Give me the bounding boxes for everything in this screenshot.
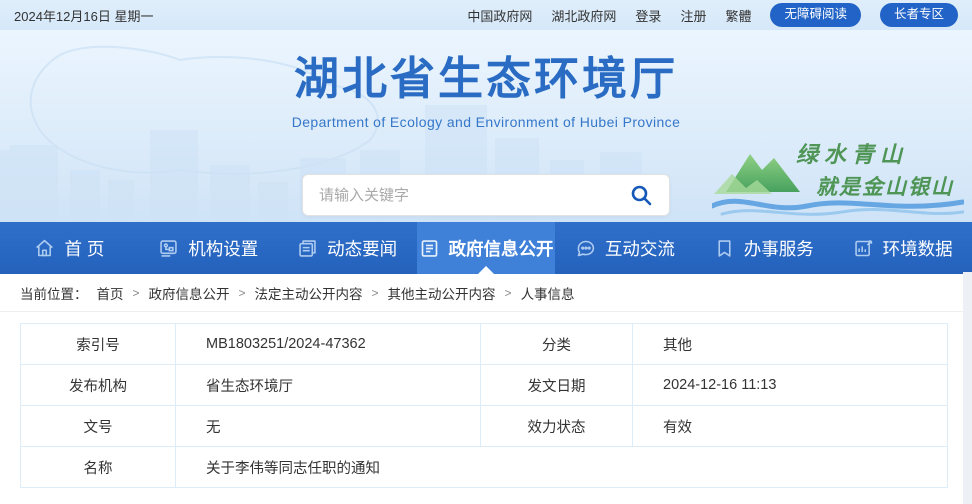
nav-item-home[interactable]: 首 页 xyxy=(0,222,139,274)
breadcrumb-statutory-disclosure[interactable]: 法定主动公开内容 xyxy=(255,283,363,303)
breadcrumb-personnel-info[interactable]: 人事信息 xyxy=(521,283,575,303)
nav-item-services[interactable]: 办事服务 xyxy=(694,222,833,274)
data-icon xyxy=(853,238,874,259)
link-traditional-chinese[interactable]: 繁體 xyxy=(725,6,751,25)
table-row: 索引号 MB1803251/2024-47362 分类 其他 xyxy=(21,324,948,365)
site-title: 湖北省生态环境厅 xyxy=(292,42,681,107)
search-input[interactable] xyxy=(319,187,619,204)
nav-item-news[interactable]: 动态要闻 xyxy=(278,222,417,274)
issue-date-value: 2024-12-16 11:13 xyxy=(633,365,948,406)
green-mountain-slogan-graphic: 绿水青山 就是金山银山 xyxy=(712,122,964,222)
title-value: 关于李伟等同志任职的通知 xyxy=(176,447,948,488)
breadcrumb: 当前位置： 首页 > 政府信息公开 > 法定主动公开内容 > 其他主动公开内容 … xyxy=(0,274,972,312)
site-logo: 湖北省生态环境厅 Department of Ecology and Envir… xyxy=(292,42,681,130)
top-utility-bar: 2024年12月16日 星期一 中国政府网 湖北政府网 登录 注册 繁體 无障碍… xyxy=(0,0,972,30)
home-icon xyxy=(34,238,55,259)
news-icon xyxy=(297,238,318,259)
issuing-agency-label: 发布机构 xyxy=(21,365,176,406)
document-number-label: 文号 xyxy=(21,406,176,447)
breadcrumb-separator: > xyxy=(505,286,512,300)
site-subtitle-english: Department of Ecology and Environment of… xyxy=(292,114,681,130)
link-login[interactable]: 登录 xyxy=(635,6,661,25)
document-metadata-table: 索引号 MB1803251/2024-47362 分类 其他 发布机构 省生态环… xyxy=(20,323,948,488)
site-search xyxy=(302,174,670,216)
validity-status-value: 有效 xyxy=(633,406,948,447)
index-number-label: 索引号 xyxy=(21,324,176,365)
breadcrumb-other-disclosure[interactable]: 其他主动公开内容 xyxy=(388,283,496,303)
breadcrumb-separator: > xyxy=(239,286,246,300)
breadcrumb-separator: > xyxy=(133,286,140,300)
table-row: 名称 关于李伟等同志任职的通知 xyxy=(21,447,948,488)
vertical-scrollbar[interactable] xyxy=(963,272,972,504)
breadcrumb-prefix: 当前位置： xyxy=(20,283,88,303)
current-date: 2024年12月16日 星期一 xyxy=(14,6,153,25)
search-icon xyxy=(629,183,653,207)
document-number-value: 无 xyxy=(176,406,481,447)
issue-date-label: 发文日期 xyxy=(481,365,633,406)
nav-label: 环境数据 xyxy=(883,236,953,261)
nav-label: 办事服务 xyxy=(744,236,814,261)
nav-label: 互动交流 xyxy=(605,236,675,261)
slogan-line2: 就是金山银山 xyxy=(816,174,954,199)
breadcrumb-home[interactable]: 首页 xyxy=(97,283,124,303)
index-number-value: MB1803251/2024-47362 xyxy=(176,324,481,365)
link-hubei-gov[interactable]: 湖北政府网 xyxy=(551,6,616,25)
slogan-line1: 绿水青山 xyxy=(796,142,908,168)
nav-label: 动态要闻 xyxy=(327,236,397,261)
search-button[interactable] xyxy=(619,177,663,213)
nav-item-environment-data[interactable]: 环境数据 xyxy=(833,222,972,274)
active-tab-notch xyxy=(478,266,494,274)
nav-item-interaction[interactable]: 互动交流 xyxy=(555,222,694,274)
breadcrumb-separator: > xyxy=(372,286,379,300)
category-value: 其他 xyxy=(633,324,948,365)
table-row: 文号 无 效力状态 有效 xyxy=(21,406,948,447)
link-china-gov[interactable]: 中国政府网 xyxy=(467,6,532,25)
nav-label: 首 页 xyxy=(64,236,104,261)
elderly-zone-button[interactable]: 长者专区 xyxy=(880,3,958,27)
main-navigation: 首 页 机构设置 动态要闻 政府信息公开 互动交流 办事服务 xyxy=(0,222,972,274)
validity-status-label: 效力状态 xyxy=(481,406,633,447)
issuing-agency-value: 省生态环境厅 xyxy=(176,365,481,406)
site-header: 湖北省生态环境厅 Department of Ecology and Envir… xyxy=(0,30,972,222)
accessibility-reading-button[interactable]: 无障碍阅读 xyxy=(770,3,861,27)
nav-label: 机构设置 xyxy=(188,236,258,261)
title-label: 名称 xyxy=(21,447,176,488)
nav-item-organization[interactable]: 机构设置 xyxy=(139,222,278,274)
org-icon xyxy=(158,238,179,259)
document-metadata-section: 索引号 MB1803251/2024-47362 分类 其他 发布机构 省生态环… xyxy=(0,312,972,488)
nav-item-government-information[interactable]: 政府信息公开 xyxy=(417,222,556,274)
link-register[interactable]: 注册 xyxy=(680,6,706,25)
category-label: 分类 xyxy=(481,324,633,365)
bookmark-icon xyxy=(714,238,735,259)
table-row: 发布机构 省生态环境厅 发文日期 2024-12-16 11:13 xyxy=(21,365,948,406)
gov-info-icon xyxy=(419,238,440,259)
breadcrumb-gov-info[interactable]: 政府信息公开 xyxy=(149,283,230,303)
nav-label: 政府信息公开 xyxy=(449,236,554,261)
chat-icon xyxy=(575,238,596,259)
